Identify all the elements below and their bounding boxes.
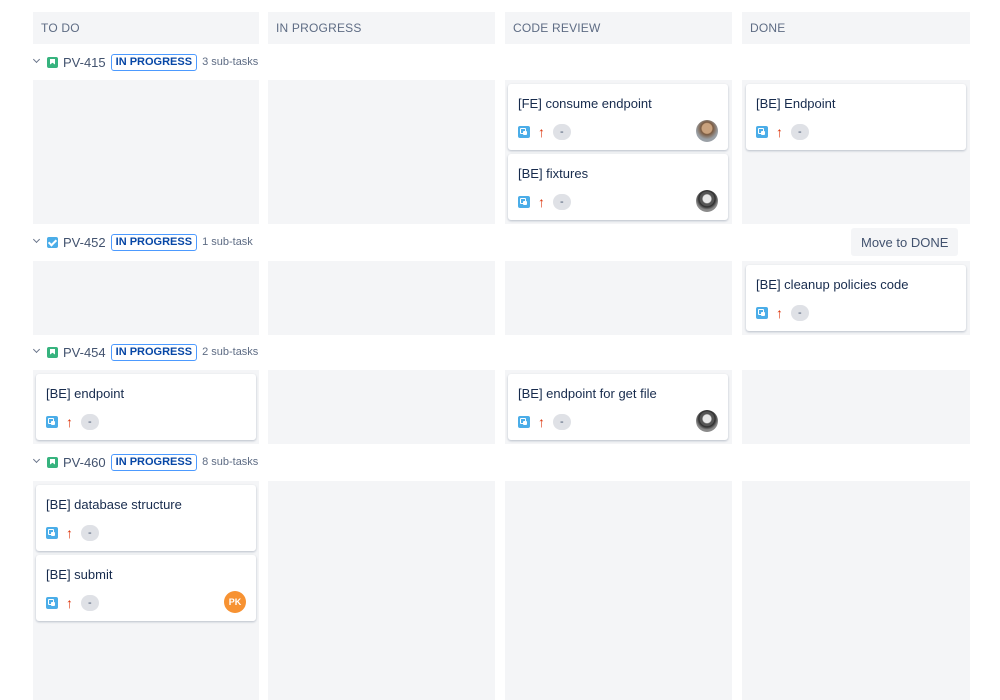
subtask-icon [756, 307, 768, 319]
lane-cell [33, 80, 259, 224]
subtask-icon [46, 416, 58, 428]
story-icon [47, 346, 58, 358]
subtask-icon [518, 196, 530, 208]
priority-high-icon: ↑ [538, 124, 545, 140]
subtask-icon [46, 597, 58, 609]
lane-cell [268, 80, 495, 224]
subtask-count: 1 sub-task [202, 236, 253, 248]
subtask-icon [756, 126, 768, 138]
priority-high-icon: ↑ [66, 525, 73, 541]
task-icon [47, 236, 58, 248]
move-to-done-button[interactable]: Move to DONE [851, 228, 959, 256]
priority-high-icon: ↑ [776, 124, 783, 140]
estimate-badge: - [81, 595, 99, 611]
lane-cell [33, 261, 259, 335]
swimlane-header[interactable]: PV-460 IN PROGRESS 8 sub-tasks [32, 452, 258, 472]
chevron-down-icon[interactable] [32, 457, 42, 467]
issue-key[interactable]: PV-415 [63, 55, 106, 70]
card-title: [BE] fixtures [518, 166, 589, 181]
priority-high-icon: ↑ [66, 595, 73, 611]
estimate-badge: - [791, 305, 809, 321]
card-title: [FE] consume endpoint [518, 96, 652, 111]
column-header-in-progress: IN PROGRESS [268, 12, 495, 44]
issue-key[interactable]: PV-454 [63, 345, 106, 360]
lane-cell [268, 261, 495, 335]
swimlane-header[interactable]: PV-454 IN PROGRESS 2 sub-tasks [32, 342, 258, 362]
subtask-icon [518, 416, 530, 428]
card-footer: ↑ - [518, 414, 571, 430]
priority-high-icon: ↑ [776, 305, 783, 321]
issue-card[interactable]: [BE] fixtures ↑ - [508, 154, 728, 220]
subtask-icon [46, 527, 58, 539]
priority-high-icon: ↑ [538, 194, 545, 210]
estimate-badge: - [553, 124, 571, 140]
status-badge: IN PROGRESS [110, 453, 198, 471]
lane-cell [742, 481, 970, 700]
card-footer: ↑ - [756, 124, 809, 140]
story-icon [47, 456, 58, 468]
swimlane-header[interactable]: PV-415 IN PROGRESS 3 sub-tasks [32, 52, 258, 72]
card-footer: ↑ - [46, 595, 99, 611]
chevron-down-icon[interactable] [32, 57, 42, 67]
assignee-avatar[interactable] [696, 120, 718, 142]
card-title: [BE] submit [46, 567, 113, 582]
story-icon [47, 56, 58, 68]
assignee-avatar[interactable]: PK [224, 591, 246, 613]
chevron-down-icon[interactable] [32, 347, 42, 357]
assignee-avatar[interactable] [696, 410, 718, 432]
issue-card[interactable]: [FE] consume endpoint ↑ - [508, 84, 728, 150]
status-badge: IN PROGRESS [110, 233, 198, 251]
estimate-badge: - [81, 525, 99, 541]
subtask-count: 2 sub-tasks [202, 346, 259, 358]
card-title: [BE] cleanup policies code [756, 277, 909, 292]
issue-key[interactable]: PV-460 [63, 455, 106, 470]
chevron-down-icon[interactable] [32, 237, 42, 247]
estimate-badge: - [553, 414, 571, 430]
subtask-count: 8 sub-tasks [202, 456, 259, 468]
card-footer: ↑ - [46, 414, 99, 430]
estimate-badge: - [553, 194, 571, 210]
card-footer: ↑ - [518, 124, 571, 140]
issue-card[interactable]: [BE] cleanup policies code ↑ - [746, 265, 966, 331]
issue-card[interactable]: [BE] endpoint ↑ - [36, 374, 256, 440]
status-badge: IN PROGRESS [110, 53, 198, 71]
subtask-count: 3 sub-tasks [202, 56, 259, 68]
issue-key[interactable]: PV-452 [63, 235, 106, 250]
lane-cell [505, 261, 732, 335]
swimlane-header[interactable]: PV-452 IN PROGRESS 1 sub-task [32, 232, 253, 252]
lane-cell [268, 481, 495, 700]
issue-card[interactable]: [BE] submit ↑ - PK [36, 555, 256, 621]
card-title: [BE] Endpoint [756, 96, 836, 111]
lane-cell [742, 370, 970, 444]
lane-cell [268, 370, 495, 444]
status-badge: IN PROGRESS [110, 343, 198, 361]
column-header-done: DONE [742, 12, 970, 44]
card-footer: ↑ - [756, 305, 809, 321]
card-title: [BE] endpoint for get file [518, 386, 657, 401]
assignee-avatar[interactable] [696, 190, 718, 212]
issue-card[interactable]: [BE] database structure ↑ - [36, 485, 256, 551]
estimate-badge: - [81, 414, 99, 430]
card-title: [BE] endpoint [46, 386, 125, 401]
subtask-icon [518, 126, 530, 138]
lane-cell [505, 481, 732, 700]
card-footer: ↑ - [518, 194, 571, 210]
priority-high-icon: ↑ [66, 414, 73, 430]
issue-card[interactable]: [BE] Endpoint ↑ - [746, 84, 966, 150]
column-header-todo: TO DO [33, 12, 259, 44]
column-header-code-review: CODE REVIEW [505, 12, 732, 44]
card-footer: ↑ - [46, 525, 99, 541]
card-title: [BE] database structure [46, 497, 182, 512]
priority-high-icon: ↑ [538, 414, 545, 430]
issue-card[interactable]: [BE] endpoint for get file ↑ - [508, 374, 728, 440]
estimate-badge: - [791, 124, 809, 140]
